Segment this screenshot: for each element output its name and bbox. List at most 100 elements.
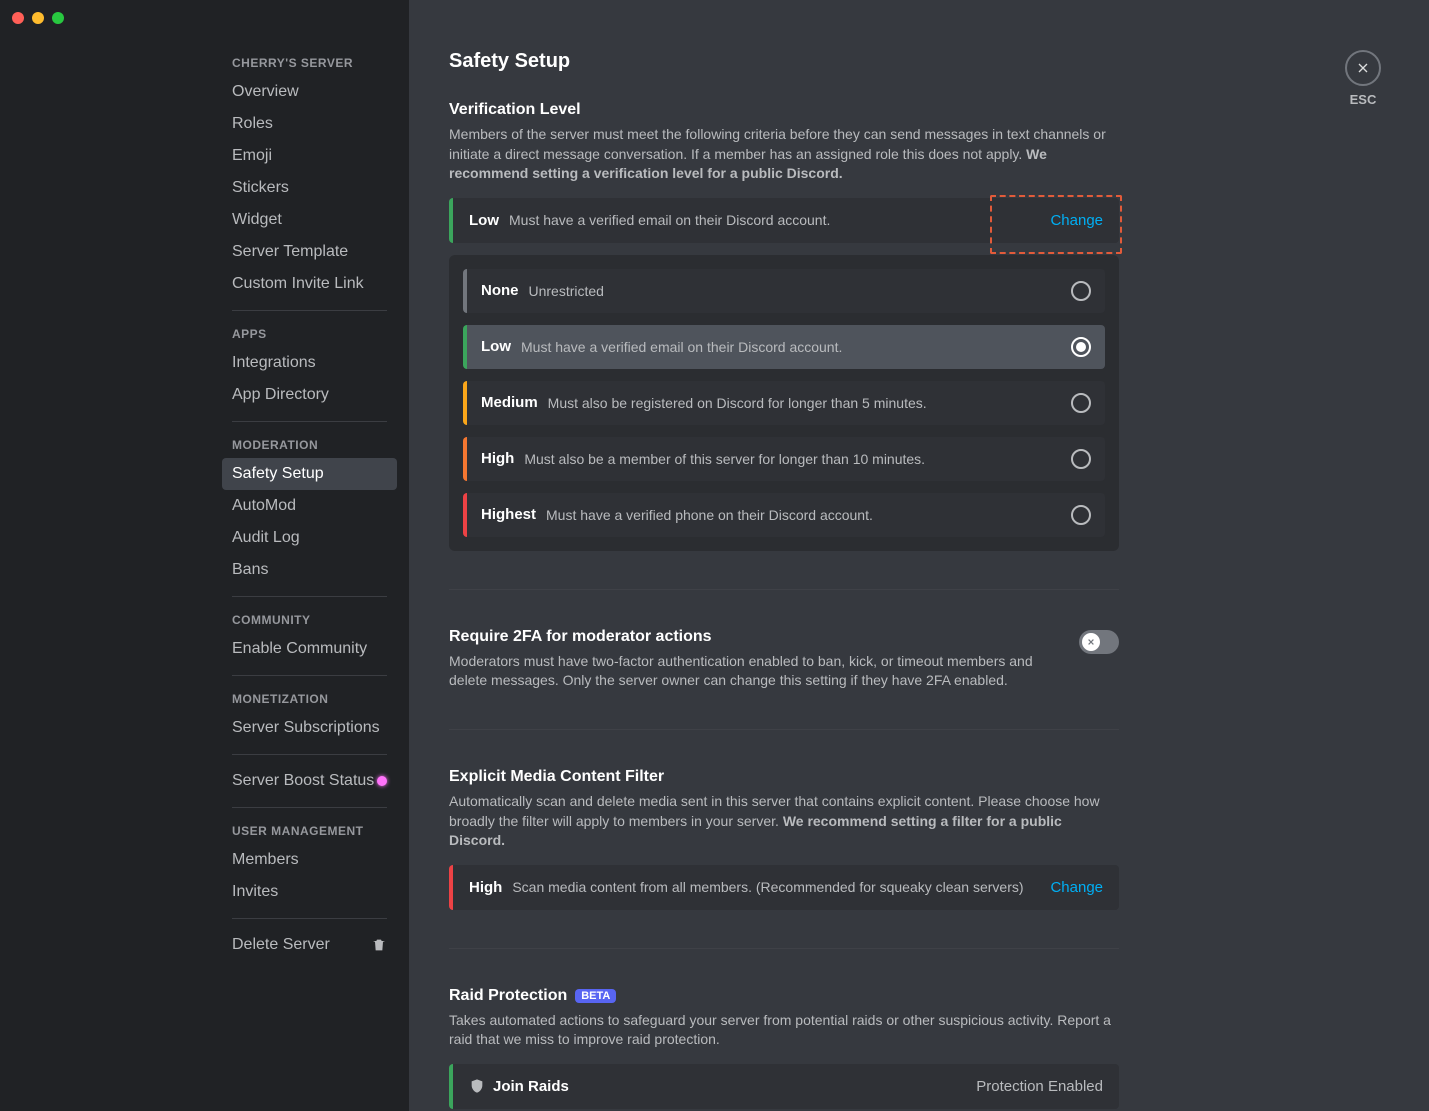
sidebar-item-label: Server Subscriptions: [232, 719, 380, 737]
verification-current-desc: Must have a verified email on their Disc…: [509, 212, 1050, 228]
sidebar-heading-monetization: MONETIZATION: [222, 686, 397, 712]
maximize-window-dot[interactable]: [52, 12, 64, 24]
sidebar-item-roles[interactable]: Roles: [222, 108, 397, 140]
sidebar-item-automod[interactable]: AutoMod: [222, 490, 397, 522]
option-label: Low: [481, 338, 511, 355]
option-label: Medium: [481, 394, 538, 411]
sidebar-heading-apps: APPS: [222, 321, 397, 347]
option-desc: Must also be registered on Discord for l…: [548, 395, 1071, 411]
radio-icon: [1071, 393, 1091, 413]
sidebar-heading-community: COMMUNITY: [222, 607, 397, 633]
option-desc: Unrestricted: [529, 283, 1072, 299]
divider: [232, 807, 387, 808]
sidebar-item-server-template[interactable]: Server Template: [222, 236, 397, 268]
explicit-title: Explicit Media Content Filter: [449, 768, 1119, 786]
sidebar-item-custom-invite[interactable]: Custom Invite Link: [222, 268, 397, 300]
sidebar-item-subscriptions[interactable]: Server Subscriptions: [222, 712, 397, 744]
verification-current-label: Low: [469, 212, 499, 229]
trash-icon: [371, 937, 387, 953]
sidebar-item-label: Invites: [232, 883, 278, 901]
explicit-change-link[interactable]: Change: [1050, 879, 1103, 896]
beta-badge: BETA: [575, 989, 616, 1003]
sidebar-item-label: Custom Invite Link: [232, 275, 364, 293]
divider: [449, 729, 1119, 730]
close-icon: [1345, 50, 1381, 86]
sidebar-item-emoji[interactable]: Emoji: [222, 140, 397, 172]
verification-option-highest[interactable]: Highest Must have a verified phone on th…: [463, 493, 1105, 537]
raid-row[interactable]: Join Raids Protection Enabled: [449, 1064, 1119, 1109]
sidebar-item-integrations[interactable]: Integrations: [222, 347, 397, 379]
option-desc: Must also be a member of this server for…: [524, 451, 1071, 467]
main-content: ESC Safety Setup Verification Level Memb…: [409, 0, 1429, 1111]
sidebar-item-enable-community[interactable]: Enable Community: [222, 633, 397, 665]
sidebar-item-safety-setup[interactable]: Safety Setup: [222, 458, 397, 490]
verification-option-medium[interactable]: Medium Must also be registered on Discor…: [463, 381, 1105, 425]
boost-gem-icon: [377, 776, 387, 786]
option-label: None: [481, 282, 519, 299]
raid-title: Raid Protection BETA: [449, 987, 1119, 1005]
explicit-desc: Automatically scan and delete media sent…: [449, 792, 1119, 851]
sidebar-item-label: Audit Log: [232, 529, 300, 547]
radio-checked-icon: [1071, 337, 1091, 357]
option-label: Highest: [481, 506, 536, 523]
explicit-current-row: High Scan media content from all members…: [449, 865, 1119, 910]
window-controls: [12, 12, 64, 24]
close-window-dot[interactable]: [12, 12, 24, 24]
verification-options-panel: None Unrestricted Low Must have a verifi…: [449, 255, 1119, 551]
sidebar-item-stickers[interactable]: Stickers: [222, 172, 397, 204]
divider: [232, 421, 387, 422]
close-settings-button[interactable]: ESC: [1345, 50, 1381, 107]
sidebar-item-label: Emoji: [232, 147, 272, 165]
verification-option-low[interactable]: Low Must have a verified email on their …: [463, 325, 1105, 369]
sidebar-item-overview[interactable]: Overview: [222, 76, 397, 108]
verification-option-none[interactable]: None Unrestricted: [463, 269, 1105, 313]
sidebar-item-label: Bans: [232, 561, 268, 579]
sidebar-item-label: Members: [232, 851, 299, 869]
sidebar-item-label: Enable Community: [232, 640, 367, 658]
sidebar-item-boost-status[interactable]: Server Boost Status: [222, 765, 397, 797]
toggle-knob: [1082, 633, 1100, 651]
radio-icon: [1071, 505, 1091, 525]
verification-change-link[interactable]: Change: [1050, 212, 1103, 229]
option-desc: Must have a verified phone on their Disc…: [546, 507, 1071, 523]
sidebar-item-invites[interactable]: Invites: [222, 876, 397, 908]
sidebar-item-label: Delete Server: [232, 936, 330, 954]
sidebar-item-label: Overview: [232, 83, 299, 101]
sidebar-item-widget[interactable]: Widget: [222, 204, 397, 236]
divider: [232, 754, 387, 755]
shield-icon: [469, 1078, 485, 1094]
divider: [232, 675, 387, 676]
twofa-desc: Moderators must have two-factor authenti…: [449, 652, 1063, 691]
settings-sidebar: CHERRY'S SERVER Overview Roles Emoji Sti…: [0, 0, 409, 1111]
minimize-window-dot[interactable]: [32, 12, 44, 24]
sidebar-item-delete-server[interactable]: Delete Server: [222, 929, 397, 961]
explicit-current-label: High: [469, 879, 502, 896]
divider: [232, 596, 387, 597]
page-title: Safety Setup: [449, 50, 1119, 73]
sidebar-heading-user-mgmt: USER MANAGEMENT: [222, 818, 397, 844]
divider: [449, 589, 1119, 590]
sidebar-item-label: Integrations: [232, 354, 316, 372]
verification-option-high[interactable]: High Must also be a member of this serve…: [463, 437, 1105, 481]
sidebar-item-label: Server Boost Status: [232, 772, 374, 790]
explicit-current-desc: Scan media content from all members. (Re…: [512, 879, 1050, 895]
sidebar-item-label: Stickers: [232, 179, 289, 197]
sidebar-item-label: Widget: [232, 211, 282, 229]
close-label: ESC: [1345, 92, 1381, 107]
sidebar-item-app-directory[interactable]: App Directory: [222, 379, 397, 411]
sidebar-item-bans[interactable]: Bans: [222, 554, 397, 586]
divider: [449, 948, 1119, 949]
verification-desc-text: Members of the server must meet the foll…: [449, 126, 1106, 162]
twofa-toggle[interactable]: [1079, 630, 1119, 654]
sidebar-item-audit-log[interactable]: Audit Log: [222, 522, 397, 554]
option-desc: Must have a verified email on their Disc…: [521, 339, 1071, 355]
verification-title: Verification Level: [449, 101, 1119, 119]
raid-row-label: Join Raids: [493, 1078, 569, 1095]
sidebar-item-label: Server Template: [232, 243, 348, 261]
radio-icon: [1071, 449, 1091, 469]
sidebar-item-label: AutoMod: [232, 497, 296, 515]
toggle-x-icon: [1085, 636, 1097, 648]
raid-title-text: Raid Protection: [449, 987, 567, 1005]
divider: [232, 918, 387, 919]
sidebar-item-members[interactable]: Members: [222, 844, 397, 876]
